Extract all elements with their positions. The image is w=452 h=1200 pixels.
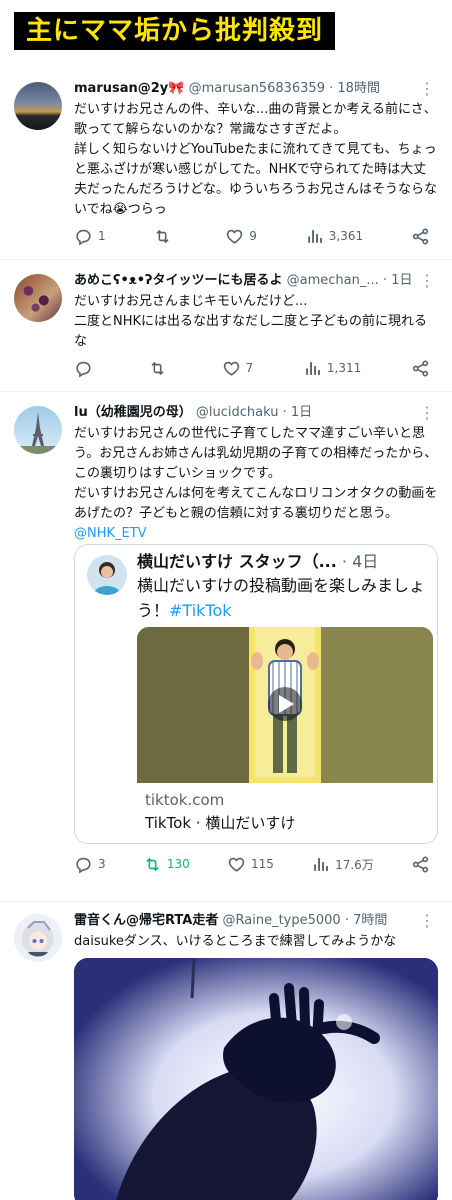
like-count: 7 (245, 361, 254, 375)
more-icon[interactable]: ⋮ (419, 405, 435, 421)
views-button[interactable]: 1,311 (303, 359, 361, 378)
quoted-avatar[interactable] (87, 555, 127, 595)
timestamp[interactable]: 1日 (291, 405, 312, 420)
retweet-icon (146, 857, 159, 871)
tweet-header: lu（幼稚園児の母） @lucidchaku · 1日 (74, 405, 313, 420)
reply-button[interactable]: 1 (74, 227, 106, 246)
tweet-text: だいすけお兄さんの世代に子育てしたママ達すごい辛いと思う。お兄さんお姉さんは乳幼… (74, 426, 438, 521)
retweet-icon (151, 361, 164, 375)
more-icon[interactable]: ⋮ (419, 913, 435, 929)
timestamp[interactable]: 1日 (391, 273, 412, 288)
video-thumbnail[interactable] (137, 627, 433, 783)
share-button[interactable] (411, 855, 430, 874)
user-handle[interactable]: @marusan56836359 (189, 81, 325, 96)
share-icon (412, 360, 429, 376)
headline-banner: 主にママ垢から批判殺到 (0, 0, 452, 64)
display-name[interactable]: lu（幼稚園児の母） (74, 405, 192, 420)
display-name[interactable]: 雷音くん@帰宅RTA走者 (74, 913, 218, 928)
tweet-header: あめこʕ•ᴥ•ʔタイッツーにも居るよ @amechan_... · 1日 (74, 273, 413, 288)
views-icon (306, 361, 320, 375)
display-name[interactable]: あめこʕ•ᴥ•ʔタイッツーにも居るよ (74, 273, 283, 288)
quoted-text: 横山だいすけの投稿動画を楽しみましょう！#TikTok (137, 573, 429, 623)
tweet-header: marusan@2y🎀 @marusan56836359 · 18時間 (74, 81, 380, 96)
user-handle[interactable]: @Raine_type5000 (223, 913, 341, 928)
retweet-button[interactable] (153, 227, 177, 246)
link-preview[interactable]: tiktok.com TikTok · 横山だいすけ (137, 783, 433, 843)
tweet-text: daisukeダンス、いけるところまで練習してみようかな (74, 934, 397, 949)
like-count: 9 (249, 229, 257, 243)
avatar[interactable] (14, 914, 62, 962)
hashtag-link[interactable]: #TikTok (169, 601, 232, 620)
more-icon[interactable]: ⋮ (419, 81, 435, 97)
share-icon (412, 228, 429, 244)
share-icon (412, 856, 429, 872)
reply-icon (76, 857, 91, 874)
retweet-icon (156, 229, 170, 243)
like-button[interactable]: 9 (225, 227, 257, 246)
like-button[interactable]: 115 (227, 855, 274, 874)
display-name[interactable]: marusan@2y🎀 (74, 81, 184, 96)
reply-button[interactable] (74, 359, 98, 378)
quoted-header: 横山だいすけ スタッフ（... · 4日 (137, 552, 379, 571)
views-button[interactable]: 3,361 (305, 227, 363, 246)
tweet-2[interactable]: あめこʕ•ᴥ•ʔタイッツーにも居るよ @amechan_... · 1日 だいす… (0, 260, 452, 392)
user-handle[interactable]: @lucidchaku (196, 405, 279, 420)
link-domain: tiktok.com (145, 791, 225, 809)
quoted-tweet-card[interactable]: 横山だいすけ スタッフ（... · 4日 横山だいすけの投稿動画を楽しみましょう… (74, 544, 438, 844)
tweet-text: だいすけお兄さんまじキモいんだけど... 二度とNHKには出るな出すなだし二度と… (74, 294, 428, 349)
reply-button[interactable]: 3 (74, 855, 106, 874)
tweet-header: 雷音くん@帰宅RTA走者 @Raine_type5000 · 7時間 (74, 913, 388, 928)
tweet-4[interactable]: 雷音くん@帰宅RTA走者 @Raine_type5000 · 7時間 daisu… (0, 902, 452, 1200)
heart-icon (223, 361, 239, 376)
views-icon (307, 229, 322, 243)
views-icon (314, 857, 329, 871)
view-count: 1,311 (326, 361, 362, 375)
heart-icon (228, 857, 245, 872)
user-handle[interactable]: @amechan_... (287, 273, 379, 288)
retweet-count: 130 (166, 857, 190, 871)
share-button[interactable] (411, 227, 430, 246)
views-button[interactable]: 17.6万 (311, 855, 374, 874)
reply-count: 3 (98, 857, 106, 871)
tweet-image[interactable] (74, 958, 438, 1200)
view-count: 17.6万 (335, 857, 374, 872)
tweet-1[interactable]: marusan@2y🎀 @marusan56836359 · 18時間 だいすけ… (0, 64, 452, 260)
headline-text: 主にママ垢から批判殺到 (14, 12, 336, 50)
link-title: TikTok · 横山だいすけ (145, 814, 296, 832)
avatar[interactable] (14, 406, 62, 454)
timestamp[interactable]: 7時間 (353, 913, 387, 928)
reply-icon (76, 229, 91, 246)
avatar[interactable] (14, 274, 62, 322)
avatar[interactable] (14, 82, 62, 130)
reply-icon (76, 361, 91, 378)
timestamp[interactable]: 18時間 (337, 81, 380, 96)
quoted-timestamp[interactable]: 4日 (352, 552, 378, 571)
tower-image (14, 412, 62, 454)
retweet-button[interactable]: 130 (143, 855, 190, 874)
tweet-text: だいすけお兄さんの件、辛いな...曲の背景とか考える前にさ、歌ってて解らないのか… (74, 102, 437, 217)
heart-icon (227, 229, 243, 244)
mention-link[interactable]: @NHK_ETV (74, 524, 438, 544)
tweet-3[interactable]: lu（幼稚園児の母） @lucidchaku · 1日 だいすけお兄さんの世代に… (0, 392, 452, 902)
share-button[interactable] (411, 359, 430, 378)
like-button[interactable]: 7 (222, 359, 254, 378)
like-count: 115 (250, 857, 274, 871)
reply-count: 1 (98, 229, 106, 243)
view-count: 3,361 (328, 229, 364, 243)
more-icon[interactable]: ⋮ (419, 273, 435, 289)
retweet-button[interactable] (148, 359, 172, 378)
quoted-display-name[interactable]: 横山だいすけ スタッフ（... (137, 552, 337, 571)
